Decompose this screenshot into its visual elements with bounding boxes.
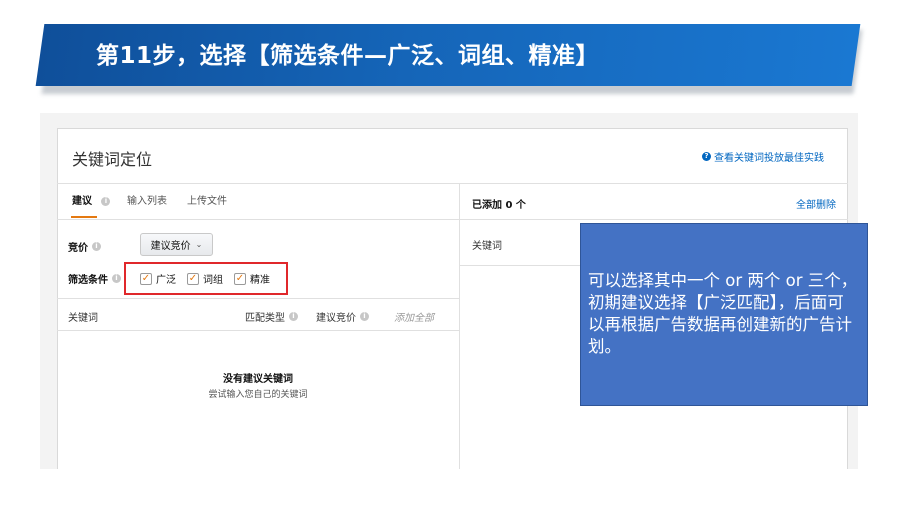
info-icon: i [112, 274, 121, 283]
slide-title: 第11步，选择【筛选条件—广泛、词组、精准】 [96, 43, 600, 69]
table-header-divider [57, 330, 459, 331]
table-top-divider [57, 298, 459, 299]
filter-label: 筛选条件 i [68, 271, 121, 286]
added-keyword-column-header: 关键词 [472, 241, 502, 252]
info-icon: i [360, 312, 369, 321]
tab-enter-list[interactable]: 输入列表 [127, 192, 167, 207]
bid-label-text: 竞价 [68, 243, 88, 254]
bid-dropdown-value: 建议竞价 [150, 241, 191, 252]
match-type-label: 匹配类型 [245, 313, 285, 324]
tabs-divider [57, 219, 459, 220]
filter-phrase-checkbox[interactable]: ✓ 词组 [187, 271, 223, 286]
tab-suggested[interactable]: 建议 i [72, 192, 111, 207]
filter-exact-label: 精准 [250, 275, 270, 286]
match-type-column-header: 匹配类型 i [245, 309, 298, 324]
active-tab-indicator [71, 216, 97, 218]
empty-state-title: 没有建议关键词 [223, 374, 293, 385]
chevron-down-icon: ⌄ [195, 240, 203, 249]
delete-all-link[interactable]: 全部删除 [796, 196, 836, 211]
panel-title: 关键词定位 [72, 150, 153, 169]
column-divider [459, 183, 460, 469]
tab-suggested-label: 建议 [72, 196, 92, 207]
checkmark-icon: ✓ [187, 272, 199, 285]
question-icon: ? [702, 152, 711, 161]
bid-label: 竞价 i [68, 239, 101, 254]
suggested-bid-column-header: 建议竞价 i [316, 309, 369, 324]
empty-state-subtitle: 尝试输入您自己的关键词 [208, 390, 308, 400]
callout-text: 可以选择其中一个 or 两个 or 三个，初期建议选择【广泛匹配】，后面可以再根… [588, 271, 858, 356]
checkmark-icon: ✓ [234, 272, 246, 285]
info-icon: i [289, 312, 298, 321]
add-all-link[interactable]: 添加全部 [394, 309, 434, 324]
filter-broad-checkbox[interactable]: ✓ 广泛 [140, 271, 176, 286]
filter-phrase-label: 词组 [203, 275, 223, 286]
filter-exact-checkbox[interactable]: ✓ 精准 [234, 271, 270, 286]
added-count: 已添加 0 个 [472, 200, 526, 211]
suggested-bid-label: 建议竞价 [316, 313, 356, 324]
info-icon: i [92, 242, 101, 251]
best-practices-link[interactable]: ? 查看关键词投放最佳实践 [702, 149, 824, 164]
right-header-divider [459, 219, 848, 220]
best-practices-link-label: 查看关键词投放最佳实践 [714, 153, 824, 164]
filter-broad-label: 广泛 [156, 275, 176, 286]
keyword-column-header: 关键词 [68, 313, 98, 324]
info-icon: i [101, 196, 111, 206]
checkmark-icon: ✓ [140, 272, 152, 285]
tab-upload-file[interactable]: 上传文件 [187, 192, 227, 207]
header-divider [57, 183, 848, 184]
bid-dropdown[interactable]: 建议竞价 ⌄ [140, 233, 213, 256]
filter-label-text: 筛选条件 [68, 275, 108, 286]
